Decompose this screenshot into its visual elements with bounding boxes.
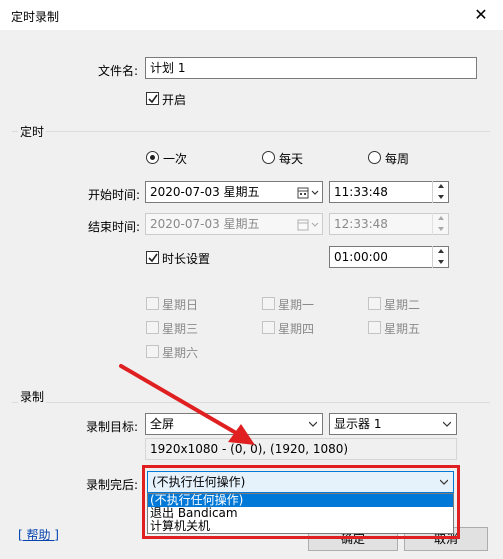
weekday-tue-label: 星期二 — [384, 298, 421, 312]
monitor-select[interactable]: 显示器 1 — [329, 413, 457, 435]
start-time-value: 11:33:48 — [334, 185, 388, 199]
start-time-input[interactable]: 11:33:48 — [329, 181, 449, 203]
radio-weekly[interactable] — [368, 151, 381, 164]
chevron-down-icon — [443, 421, 451, 427]
chevron-down-icon — [309, 421, 317, 427]
weekday-thu-label: 星期四 — [278, 322, 315, 336]
record-group-title: 录制 — [18, 388, 47, 405]
spin-up[interactable] — [433, 246, 449, 256]
filename-label: 文件名: — [97, 64, 138, 78]
annotation-arrow-icon — [119, 364, 255, 445]
schedule-group-title: 定时 — [18, 123, 47, 140]
weekday-sat-checkbox[interactable] — [146, 345, 159, 358]
filename-input[interactable]: 计划 1 — [145, 57, 477, 79]
spin-down[interactable] — [433, 257, 449, 267]
enable-checkbox[interactable] — [146, 92, 159, 105]
weekday-fri-checkbox[interactable] — [368, 321, 381, 334]
after-record-label: 录制完后: — [85, 478, 138, 492]
radio-daily[interactable] — [262, 151, 275, 164]
start-date-picker[interactable]: 2020-07-03 星期五 — [145, 181, 323, 203]
end-date-value: 2020-07-03 星期五 — [150, 217, 260, 231]
check-icon — [148, 94, 158, 104]
start-time-spinner[interactable] — [432, 181, 449, 203]
spin-up — [433, 213, 449, 223]
arrow-up-icon — [438, 249, 444, 253]
radio-once[interactable] — [146, 151, 159, 164]
duration-label: 时长设置 — [162, 252, 211, 266]
weekday-sun-checkbox[interactable] — [146, 297, 159, 310]
end-time-input: 12:33:48 — [329, 213, 449, 235]
end-time-value: 12:33:48 — [334, 217, 388, 231]
start-time-label: 开始时间: — [87, 188, 140, 202]
window-title: 定时录制 — [11, 10, 60, 24]
end-date-picker: 2020-07-03 星期五 — [145, 213, 323, 235]
annotation-highlight-box — [142, 465, 460, 539]
calendar-icon[interactable] — [297, 187, 321, 199]
weekday-sun-label: 星期日 — [162, 298, 199, 312]
weekday-mon-checkbox[interactable] — [262, 297, 275, 310]
duration-input[interactable]: 01:00:00 — [329, 246, 449, 268]
close-icon[interactable]: ✕ — [470, 4, 492, 26]
radio-dot-icon — [150, 155, 155, 160]
spin-up[interactable] — [433, 181, 449, 191]
arrow-up-icon — [438, 184, 444, 188]
duration-spinner[interactable] — [432, 246, 449, 268]
monitor-value: 显示器 1 — [334, 417, 382, 431]
weekday-tue-checkbox[interactable] — [368, 297, 381, 310]
end-time-label: 结束时间: — [87, 220, 140, 234]
enable-label: 开启 — [162, 93, 187, 107]
calendar-icon — [297, 219, 319, 231]
spin-down[interactable] — [433, 192, 449, 202]
weekday-thu-checkbox[interactable] — [262, 321, 275, 334]
weekday-sat-label: 星期六 — [162, 346, 199, 360]
title-bar: 定时录制 ✕ — [0, 0, 503, 30]
weekday-fri-label: 星期五 — [384, 322, 421, 336]
check-icon — [148, 253, 158, 263]
weekday-mon-label: 星期一 — [278, 298, 315, 312]
arrow-down-icon — [438, 227, 444, 231]
start-date-value: 2020-07-03 星期五 — [150, 185, 260, 199]
weekday-wed-checkbox[interactable] — [146, 321, 159, 334]
arrow-up-icon — [438, 216, 444, 220]
weekday-wed-label: 星期三 — [162, 322, 199, 336]
duration-checkbox[interactable] — [146, 251, 159, 264]
radio-daily-label: 每天 — [279, 152, 304, 166]
radio-weekly-label: 每周 — [385, 152, 410, 166]
arrow-down-icon — [438, 195, 444, 199]
help-link[interactable]: [ 帮助 ] — [18, 526, 59, 543]
duration-value: 01:00:00 — [334, 250, 388, 264]
end-time-spinner — [432, 213, 449, 235]
spin-down — [433, 224, 449, 234]
arrow-down-icon — [438, 260, 444, 264]
radio-once-label: 一次 — [163, 152, 188, 166]
